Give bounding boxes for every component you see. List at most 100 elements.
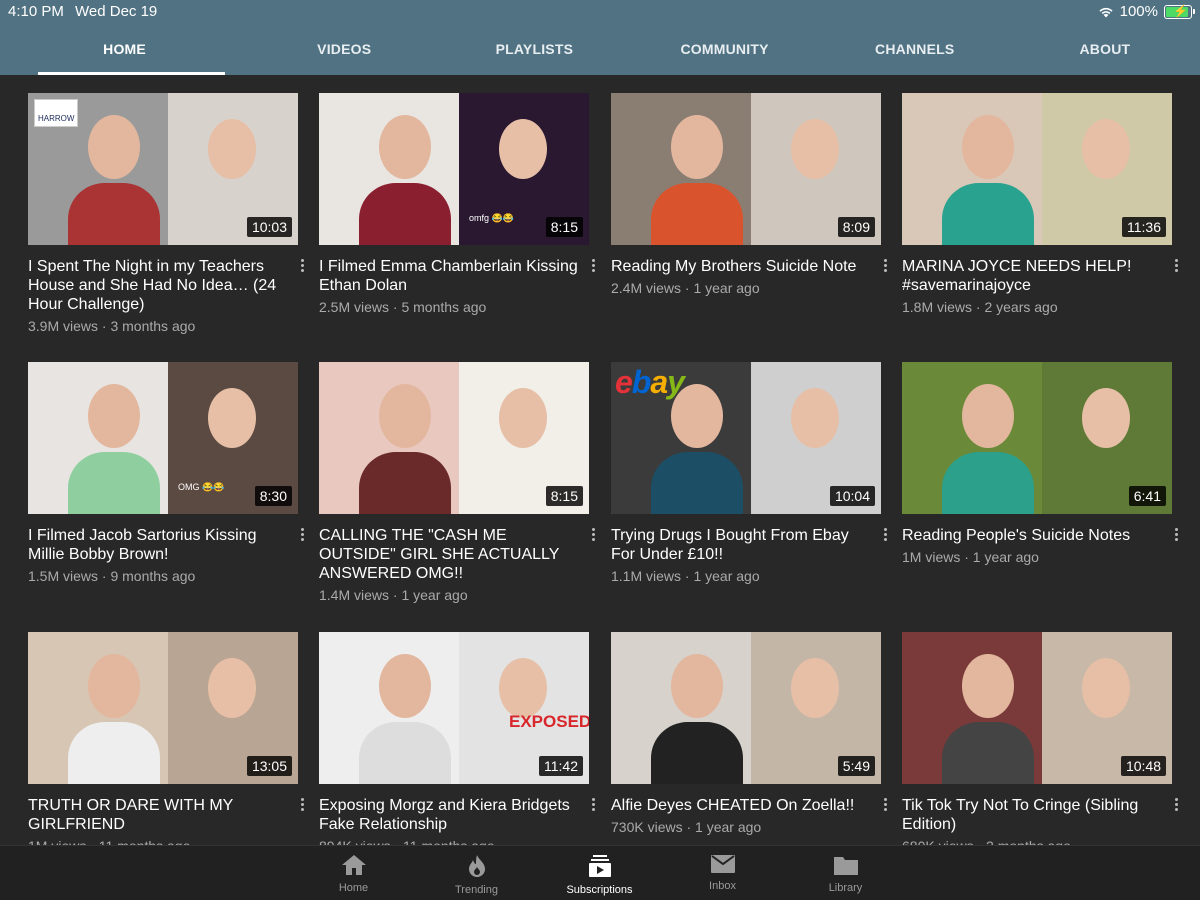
video-card[interactable]: EXPOSED 11:42 Exposing Morgz and Kiera Bri…: [319, 632, 599, 845]
video-title[interactable]: Trying Drugs I Bought From Ebay For Unde…: [611, 526, 873, 564]
nav-inbox[interactable]: Inbox: [661, 846, 784, 900]
video-duration: 13:05: [246, 756, 292, 776]
video-card[interactable]: 8:15 CALLING THE "CASH ME OUTSIDE" GIRL S…: [319, 362, 599, 603]
video-thumbnail[interactable]: 6:41: [902, 362, 1172, 514]
thumbnail-person: [379, 384, 431, 448]
thumbnail-person: [499, 388, 547, 448]
video-title[interactable]: Reading My Brothers Suicide Note: [611, 257, 873, 276]
more-options-icon[interactable]: [296, 257, 308, 275]
video-title[interactable]: MARINA JOYCE NEEDS HELP! #savemarinajoyc…: [902, 257, 1164, 295]
video-thumbnail[interactable]: omfg 😂😂 8:15: [319, 93, 589, 245]
more-options-icon[interactable]: [296, 796, 308, 814]
subscriptions-icon: [538, 854, 661, 878]
tab-home[interactable]: HOME: [0, 36, 249, 75]
video-meta: 1.4M views · 1 year ago: [319, 587, 468, 603]
thumbnail-person: [962, 115, 1014, 179]
thumbnail-person: [671, 654, 723, 718]
video-title[interactable]: Alfie Deyes CHEATED On Zoella!!: [611, 796, 873, 815]
more-options-icon[interactable]: [296, 526, 308, 544]
thumbnail-person: [379, 115, 431, 179]
video-duration: 11:36: [1122, 217, 1166, 237]
video-thumbnail[interactable]: 11:36: [902, 93, 1172, 245]
video-card[interactable]: ebay 10:04 Trying Drugs I Bought From Ebay…: [611, 362, 891, 584]
thumbnail-body: [651, 183, 743, 245]
thumbnail-caption: HARROW: [34, 99, 79, 127]
more-options-icon[interactable]: [587, 796, 599, 814]
video-duration: 10:03: [246, 217, 292, 237]
video-thumbnail[interactable]: OMG 😂😂 8:30: [28, 362, 298, 514]
more-options-icon[interactable]: [587, 526, 599, 544]
thumbnail-person: [499, 119, 547, 179]
thumbnail-caption: OMG 😂😂: [178, 482, 225, 492]
video-title[interactable]: I Filmed Emma Chamberlain Kissing Ethan …: [319, 257, 581, 295]
video-card[interactable]: OMG 😂😂 8:30 I Filmed Jacob Sartorius Kissi…: [28, 362, 308, 584]
video-card[interactable]: 6:41 Reading People's Suicide Notes 1M vie…: [902, 362, 1182, 565]
video-thumbnail[interactable]: 5:49: [611, 632, 881, 784]
thumbnail-person: [379, 654, 431, 718]
more-options-icon[interactable]: [1170, 257, 1182, 275]
more-options-icon[interactable]: [1170, 796, 1182, 814]
nav-label: Trending: [454, 884, 498, 896]
tab-community[interactable]: COMMUNITY: [629, 36, 819, 75]
status-time: 4:10 PM: [8, 3, 64, 20]
more-options-icon[interactable]: [879, 257, 891, 275]
tab-playlists[interactable]: PLAYLISTS: [439, 36, 629, 75]
video-title[interactable]: Exposing Morgz and Kiera Bridgets Fake R…: [319, 796, 581, 834]
video-title[interactable]: Tik Tok Try Not To Cringe (Sibling Editi…: [902, 796, 1164, 834]
video-thumbnail[interactable]: EXPOSED 11:42: [319, 632, 589, 784]
video-title[interactable]: CALLING THE "CASH ME OUTSIDE" GIRL SHE A…: [319, 526, 581, 583]
nav-trending[interactable]: Trending: [415, 846, 538, 900]
video-thumbnail[interactable]: 10:48: [902, 632, 1172, 784]
video-grid: HARROW 10:03 I Spent The Night in my Teach…: [0, 75, 1200, 845]
more-options-icon[interactable]: [879, 796, 891, 814]
video-title[interactable]: I Filmed Jacob Sartorius Kissing Millie …: [28, 526, 290, 564]
mail-icon: [661, 854, 784, 874]
video-meta: 894K views · 11 months ago: [319, 838, 599, 845]
video-thumbnail[interactable]: ebay 10:04: [611, 362, 881, 514]
video-meta: 680K views · 2 months ago: [902, 838, 1182, 845]
ebay-logo: ebay: [615, 364, 685, 400]
thumbnail-person: [208, 658, 256, 718]
video-thumbnail[interactable]: 13:05: [28, 632, 298, 784]
nav-label: Library: [828, 882, 863, 894]
tab-about[interactable]: ABOUT: [1010, 36, 1200, 75]
video-title[interactable]: Reading People's Suicide Notes: [902, 526, 1164, 545]
more-options-icon[interactable]: [587, 257, 599, 275]
status-bar: 4:10 PM Wed Dec 19 100% ⚡: [0, 0, 1200, 24]
thumbnail-body: [359, 452, 451, 514]
nav-home[interactable]: Home: [292, 846, 415, 900]
video-card[interactable]: 13:05 TRUTH OR DARE WITH MY GIRLFRIEND 1M …: [28, 632, 308, 845]
video-thumbnail[interactable]: 8:15: [319, 362, 589, 514]
more-options-icon[interactable]: [879, 526, 891, 544]
video-title[interactable]: TRUTH OR DARE WITH MY GIRLFRIEND: [28, 796, 290, 834]
nav-library[interactable]: Library: [784, 846, 907, 900]
thumbnail-person: [88, 654, 140, 718]
video-duration: 8:09: [837, 217, 875, 237]
thumbnail-person: [208, 388, 256, 448]
video-card[interactable]: HARROW 10:03 I Spent The Night in my Teach…: [28, 93, 308, 334]
video-meta: 1M views · 1 year ago: [902, 549, 1039, 565]
thumbnail-person: [962, 384, 1014, 448]
nav-subscriptions[interactable]: Subscriptions: [538, 846, 661, 900]
video-title[interactable]: I Spent The Night in my Teachers House a…: [28, 257, 290, 314]
video-card[interactable]: 10:48 Tik Tok Try Not To Cringe (Sibling …: [902, 632, 1182, 845]
video-thumbnail[interactable]: HARROW 10:03: [28, 93, 298, 245]
more-options-icon[interactable]: [1170, 526, 1182, 544]
video-card[interactable]: omfg 😂😂 8:15 I Filmed Emma Chamberlain Kis…: [319, 93, 599, 315]
video-card[interactable]: 5:49 Alfie Deyes CHEATED On Zoella!! 730K …: [611, 632, 891, 835]
thumbnail-person: [791, 658, 839, 718]
video-meta: 2.4M views · 1 year ago: [611, 280, 760, 296]
video-meta: 1.5M views · 9 months ago: [28, 568, 196, 584]
video-meta: 2.5M views · 5 months ago: [319, 299, 487, 315]
status-date: Wed Dec 19: [75, 3, 158, 20]
video-card[interactable]: 8:09 Reading My Brothers Suicide Note 2.4M…: [611, 93, 891, 296]
tab-channels[interactable]: CHANNELS: [820, 36, 1010, 75]
video-thumbnail[interactable]: 8:09: [611, 93, 881, 245]
bottom-navigation: Home Trending Subscriptions Inbox Library: [0, 845, 1200, 900]
thumbnail-person: [1082, 388, 1130, 448]
video-duration: 5:49: [837, 756, 875, 776]
video-card[interactable]: 11:36 MARINA JOYCE NEEDS HELP! #savemarin…: [902, 93, 1182, 315]
video-duration: 10:48: [1120, 756, 1166, 776]
tab-videos[interactable]: VIDEOS: [249, 36, 439, 75]
flame-icon: [415, 854, 538, 878]
